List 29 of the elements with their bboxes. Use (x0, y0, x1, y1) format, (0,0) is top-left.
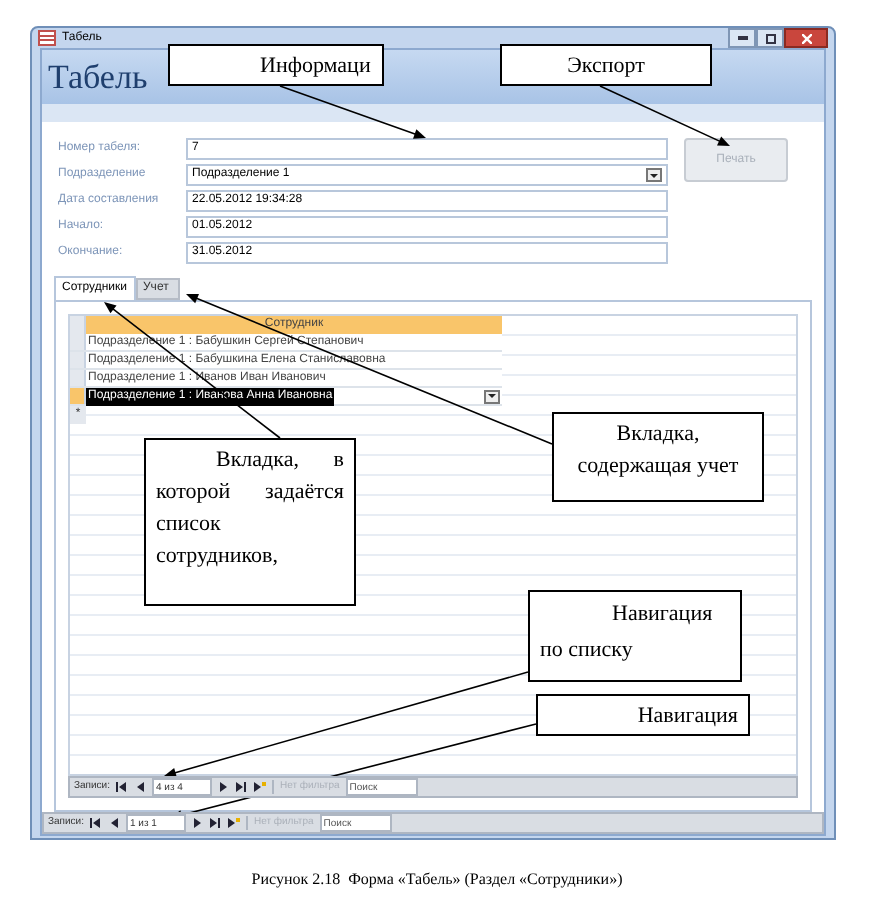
dropdown-button[interactable] (646, 168, 662, 182)
arrow (599, 85, 730, 146)
dropdown-button[interactable] (484, 389, 500, 403)
minimize-button[interactable] (728, 28, 756, 48)
last-record-icon[interactable] (235, 781, 248, 793)
last-record-icon[interactable] (209, 817, 222, 829)
dropdown-arrow-icon (488, 394, 496, 398)
form-title: Табель (48, 55, 148, 100)
close-icon (801, 33, 811, 43)
callout-box: Вкладка, в которой задаётся список сотрудников, (144, 438, 356, 606)
callout-box: Информаци (168, 44, 384, 86)
callout-box: Вкладка, содержащая учет (552, 412, 764, 502)
new-record-icon[interactable] (253, 781, 266, 793)
maximize-button[interactable] (756, 28, 784, 48)
next-record-icon[interactable] (191, 817, 204, 829)
new-record-icon[interactable] (227, 817, 240, 829)
close-button[interactable] (784, 28, 828, 48)
figure-caption: Рисунок 2.18 Форма «Табель» (Раздел «Сотрудники») (249, 868, 625, 892)
maximize-icon (765, 33, 775, 43)
dropdown-arrow-icon (650, 173, 658, 177)
next-record-icon[interactable] (217, 781, 230, 793)
minimize-icon (737, 36, 747, 40)
callout-box: Навигация (536, 694, 750, 736)
callout-box: Экспорт (500, 44, 712, 86)
previous-record-icon[interactable] (133, 781, 146, 793)
previous-record-icon[interactable] (107, 817, 120, 829)
first-record-icon[interactable] (115, 781, 128, 793)
callout-box: Навигация по списку (528, 590, 742, 682)
first-record-icon[interactable] (89, 817, 102, 829)
